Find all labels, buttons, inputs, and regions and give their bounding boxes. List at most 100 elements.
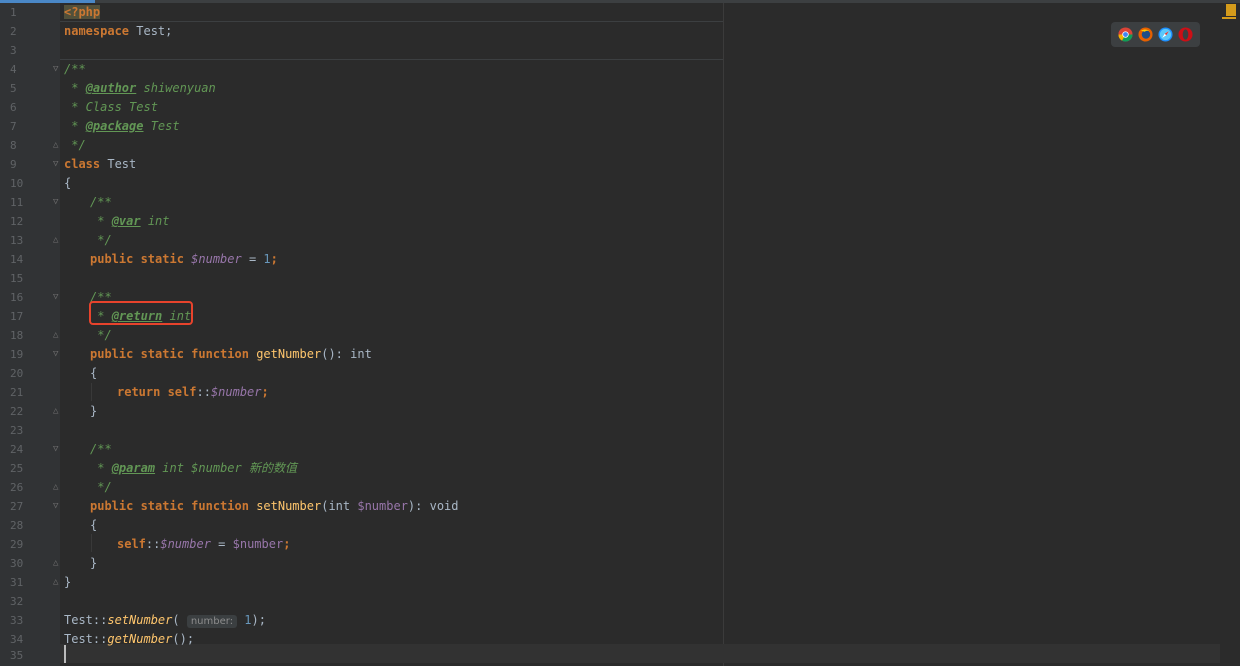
code-line-24: 24 ▽ /** [0,440,1220,459]
chrome-icon[interactable] [1118,27,1133,42]
parameter: $number [357,499,408,513]
doc-comment: /** [90,195,112,209]
code-text: :: [145,537,161,551]
annotation-highlight-box [89,301,193,325]
code-line-1: 1 <?php [0,3,1220,22]
doc-tag: @param [111,461,156,475]
code-line-22: 22 △ } [0,402,1220,421]
doc-comment: * [64,81,86,95]
keyword: self [117,537,146,551]
variable: $number [160,537,211,551]
line-number: 5 [10,82,17,95]
line-number: 16 [10,291,24,304]
doc-comment: */ [64,138,86,152]
line-number: 19 [10,348,24,361]
code-text: { [64,176,72,190]
keyword: class [64,157,101,171]
code-line-3: 3 [0,41,1220,60]
fold-close-icon[interactable]: △ [53,407,62,416]
line-number: 15 [10,272,24,285]
line-number: 22 [10,405,24,418]
fold-open-icon[interactable]: ▽ [53,198,62,207]
line-number: 12 [10,215,24,228]
variable: $number [210,385,262,399]
doc-comment: /** [64,62,86,76]
fold-close-icon[interactable]: △ [53,483,62,492]
code-text: ): void [407,499,459,513]
line-number: 27 [10,500,24,513]
fold-close-icon[interactable]: △ [53,578,62,587]
fold-close-icon[interactable]: △ [53,236,62,245]
code-line-8: 8 △ */ [0,136,1220,155]
semicolon: ; [270,252,278,266]
doc-comment: * [90,461,112,475]
fold-open-icon[interactable]: ▽ [53,293,62,302]
line-number: 30 [10,557,24,570]
code-editor[interactable]: 1 <?php 2 namespace Test; 3 4 ▽ /** 5 * … [0,3,1240,666]
code-line-27: 27 ▽ public static function setNumber(in… [0,497,1220,516]
fold-close-icon[interactable]: △ [53,559,62,568]
keyword: return self [117,385,197,399]
doc-tag: @author [85,81,137,95]
doc-tag: @package [85,119,144,133]
line-number: 18 [10,329,24,342]
code-line-9: 9 ▽ class Test [0,155,1220,174]
fold-open-icon[interactable]: ▽ [53,502,62,511]
code-text: } [90,404,98,418]
firefox-icon[interactable] [1138,27,1153,42]
error-stripe-marker[interactable] [1222,17,1236,19]
code-line-12: 12 * @var int [0,212,1220,231]
code-line-32: 32 [0,592,1220,611]
code-line-5: 5 * @author shiwenyuan [0,79,1220,98]
line-number: 6 [10,101,17,114]
code-text: ( [172,613,187,627]
line-number: 8 [10,139,17,152]
doc-comment: * Class Test [64,100,158,114]
doc-comment: * [90,214,112,228]
doc-comment: */ [90,328,112,342]
line-number: 31 [10,576,24,589]
line-number: 4 [10,63,17,76]
opera-icon[interactable] [1178,27,1193,42]
keyword: namespace [64,24,130,38]
line-number: 10 [10,177,24,190]
doc-comment: /** [90,442,112,456]
code-line-6: 6 * Class Test [0,98,1220,117]
code-line-13: 13 △ */ [0,231,1220,250]
code-line-26: 26 △ */ [0,478,1220,497]
fold-close-icon[interactable]: △ [53,331,62,340]
code-line-4: 4 ▽ /** [0,60,1220,79]
number-literal: 1 [237,613,252,627]
doc-tag: @var [111,214,141,228]
fold-open-icon[interactable]: ▽ [53,445,62,454]
class-reference: Test:: [64,613,108,627]
code-line-14: 14 public static $number = 1; [0,250,1220,269]
fold-close-icon[interactable]: △ [53,141,62,150]
code-text: ); [251,613,266,627]
code-line-15: 15 [0,269,1220,288]
code-line-7: 7 * @package Test [0,117,1220,136]
code-text: (int [321,499,358,513]
class-reference: Test:: [64,632,108,646]
function-name: setNumber [256,499,322,513]
line-number: 33 [10,614,24,627]
line-number: 24 [10,443,24,456]
code-line-30: 30 △ } [0,554,1220,573]
code-text: } [64,575,72,589]
fold-open-icon[interactable]: ▽ [53,65,62,74]
code-line-21: 21 return self::$number; [0,383,1220,402]
safari-icon[interactable] [1158,27,1173,42]
code-text: { [90,366,98,380]
code-line-33: 33 Test::setNumber( number: 1); [0,611,1220,630]
code-line-31: 31 △ } [0,573,1220,592]
function-call: setNumber [107,613,173,627]
warning-stripe-marker[interactable] [1226,4,1236,16]
fold-open-icon[interactable]: ▽ [53,350,62,359]
line-number: 2 [10,25,17,38]
line-number: 1 [10,6,17,19]
code-text: = [241,252,264,266]
fold-open-icon[interactable]: ▽ [53,160,62,169]
doc-comment: Test [143,119,180,133]
code-line-18: 18 △ */ [0,326,1220,345]
code-text: :: [196,385,211,399]
